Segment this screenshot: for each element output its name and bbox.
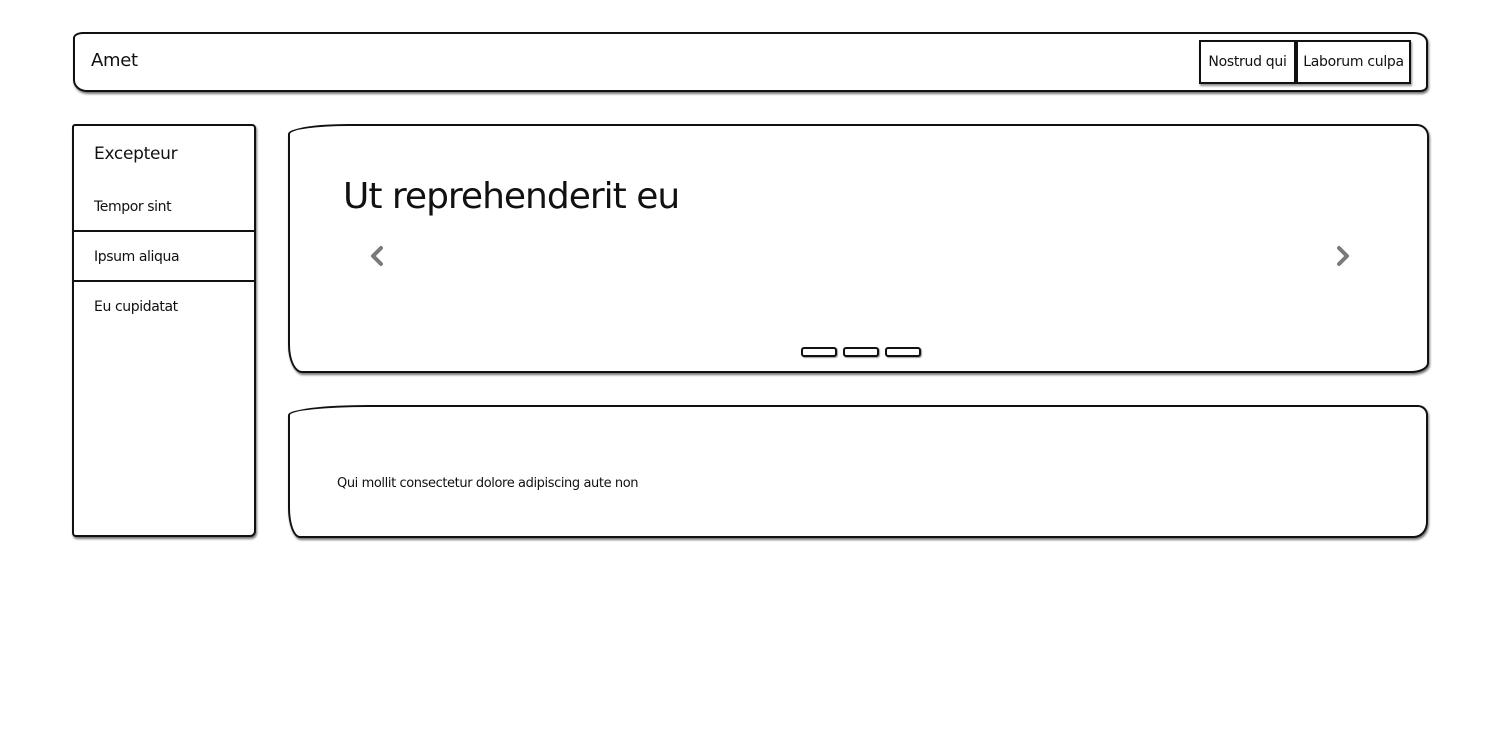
top-navbar: Amet Nostrud qui Laborum culpa [73,32,1428,92]
card-text: Qui mollit consectetur dolore adipiscing… [337,476,639,491]
hero-heading: Ut reprehenderit eu [343,176,680,217]
hero-carousel: Ut reprehenderit eu [288,124,1429,373]
sidebar: Excepteur Tempor sint Ipsum aliqua Eu cu… [72,124,256,537]
nav-button-nostrud-qui[interactable]: Nostrud qui [1199,40,1296,84]
sidebar-item-tempor-sint[interactable]: Tempor sint [74,182,254,232]
chevron-right-icon[interactable] [1328,238,1358,274]
brand-name[interactable]: Amet [91,50,138,71]
chevron-left-icon[interactable] [362,238,392,274]
carousel-indicator-3[interactable] [885,347,921,357]
sidebar-item-eu-cupidatat[interactable]: Eu cupidatat [74,282,254,332]
carousel-indicator-1[interactable] [801,347,837,357]
carousel-indicators [801,347,921,357]
nav-button-laborum-culpa[interactable]: Laborum culpa [1296,40,1411,84]
sidebar-item-ipsum-aliqua[interactable]: Ipsum aliqua [74,232,254,282]
carousel-indicator-2[interactable] [843,347,879,357]
content-card: Qui mollit consectetur dolore adipiscing… [288,405,1428,538]
sidebar-title: Excepteur [94,144,178,164]
